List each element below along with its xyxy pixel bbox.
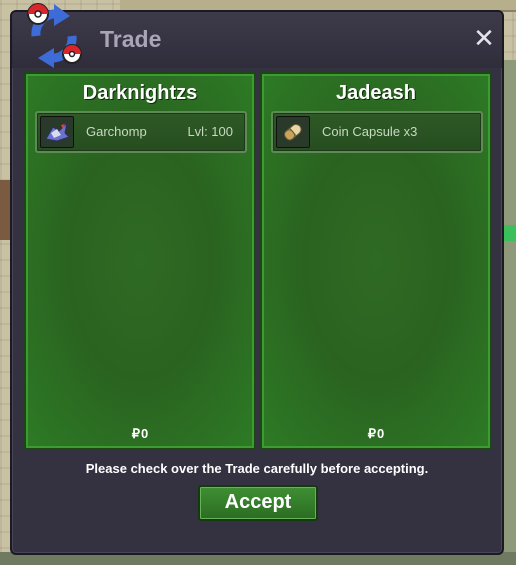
item-name: Coin Capsule x3 <box>322 124 418 139</box>
item-name: Garchomp <box>86 124 147 139</box>
world-background-marker <box>502 225 516 241</box>
player-name: Darknightzs <box>82 82 198 104</box>
coin-capsule-icon <box>276 116 310 148</box>
money-offer: ₽0 <box>262 426 490 442</box>
money-amount: 0 <box>141 426 149 441</box>
item-level: Lvl: 100 <box>187 124 233 139</box>
trade-logo-icon <box>27 3 82 68</box>
money-offer: ₽0 <box>26 426 254 442</box>
trade-panel-partner: Jadeash Coin Capsule x3 ₽0 <box>260 72 492 450</box>
world-background-right <box>502 60 516 560</box>
money-amount: 0 <box>377 426 385 441</box>
garchomp-icon <box>40 116 74 148</box>
close-icon[interactable]: ✕ <box>472 26 496 52</box>
trade-notice: Please check over the Trade carefully be… <box>85 461 429 476</box>
trade-item-slot[interactable]: Garchomp Lvl: 100 <box>35 111 247 153</box>
pokedollar-icon: ₽ <box>367 426 377 441</box>
pokedollar-icon: ₽ <box>131 426 141 441</box>
trade-panel-self: Darknightzs Garchomp Lvl: 100 ₽0 <box>24 72 256 450</box>
trade-window: Trade ✕ Darknightzs Garchomp Lvl: 100 ₽0… <box>10 3 504 555</box>
player-name: Jadeash <box>335 82 417 104</box>
accept-button[interactable]: Accept <box>198 485 318 521</box>
trade-item-slot[interactable]: Coin Capsule x3 <box>271 111 483 153</box>
window-title: Trade <box>100 26 162 52</box>
